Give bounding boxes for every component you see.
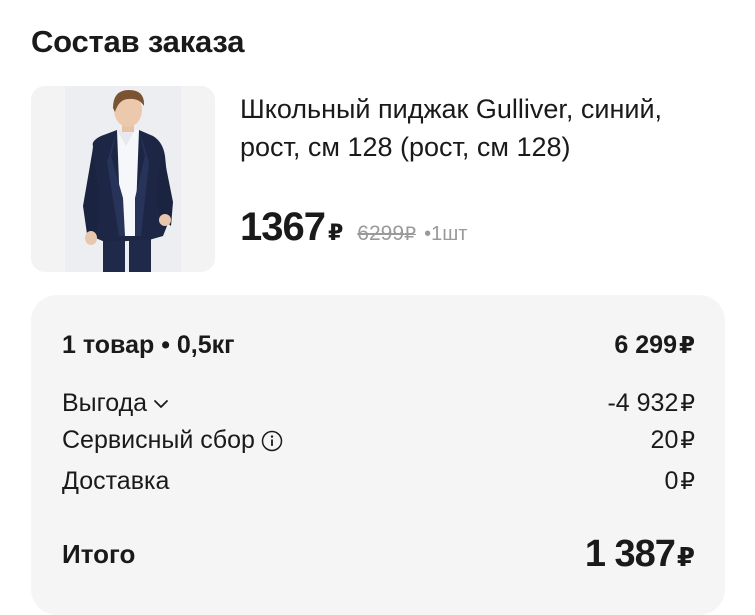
delivery-amount: 0₽	[664, 467, 695, 496]
discount-label: Выгода	[62, 389, 148, 417]
discount-amount: -4 932₽	[607, 389, 695, 418]
service-fee-currency: ₽	[680, 427, 695, 453]
service-fee-label-wrap: Сервисный сбор	[62, 426, 283, 455]
product-name[interactable]: Школьный пиджак Gulliver, синий, рост, с…	[240, 90, 680, 166]
order-summary-panel: 1 товар • 0,5кг 6 299₽ Выгода -4 932₽ Се…	[31, 295, 725, 615]
items-price-value: 6 299	[614, 331, 677, 359]
delivery-label: Доставка	[62, 467, 170, 495]
items-count-label: 1 товар • 0,5кг	[62, 331, 235, 359]
items-price: 6 299₽	[614, 331, 695, 360]
product-card[interactable]: Школьный пиджак Gulliver, синий, рост, с…	[31, 86, 721, 276]
page-title: Состав заказа	[31, 24, 245, 59]
service-fee-label: Сервисный сбор	[62, 426, 255, 454]
discount-currency: ₽	[680, 390, 695, 416]
summary-discount-row[interactable]: Выгода -4 932₽	[62, 389, 695, 418]
total-amount: 1 387₽	[585, 533, 695, 576]
info-icon[interactable]	[261, 430, 283, 452]
total-value: 1 387	[584, 533, 676, 575]
current-price: 1367	[240, 205, 326, 249]
old-price-currency: ₽	[404, 224, 417, 245]
quantity: •1шт	[424, 223, 468, 245]
summary-items-row: 1 товар • 0,5кг 6 299₽	[62, 331, 695, 360]
current-price-currency: ₽	[327, 220, 344, 245]
total-currency: ₽	[676, 542, 695, 572]
delivery-value: 0	[664, 467, 679, 495]
items-price-currency: ₽	[678, 332, 695, 358]
price-row: 1367 ₽ 6299 ₽ •1шт	[240, 205, 467, 250]
discount-toggle[interactable]: Выгода	[62, 389, 169, 418]
chevron-down-icon[interactable]	[153, 398, 169, 410]
summary-service-fee-row: Сервисный сбор 20₽	[62, 426, 695, 455]
total-label: Итого	[62, 539, 136, 569]
summary-total-row: Итого 1 387₽	[62, 533, 695, 576]
service-fee-value: 20	[650, 426, 679, 454]
boy-blazer-image-icon	[31, 86, 215, 272]
old-price: 6299	[357, 222, 405, 245]
service-fee-amount: 20₽	[651, 426, 695, 455]
product-image[interactable]	[31, 86, 215, 272]
summary-delivery-row: Доставка 0₽	[62, 467, 695, 496]
delivery-currency: ₽	[680, 468, 695, 494]
discount-value: -4 932	[607, 389, 679, 417]
